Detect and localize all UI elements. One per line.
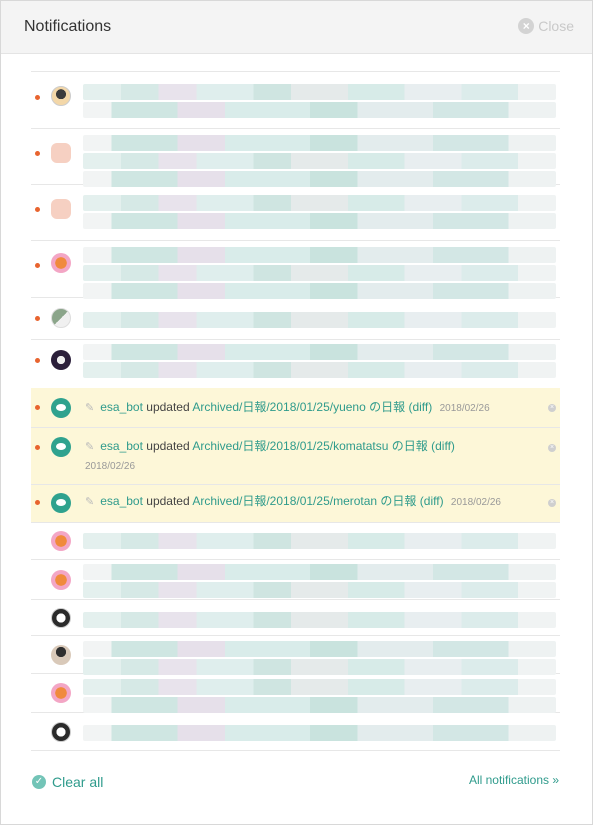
avatar xyxy=(51,645,71,665)
avatar xyxy=(51,253,71,273)
diff-paren: ) xyxy=(439,494,444,508)
pencil-icon: ✎ xyxy=(85,402,95,414)
notification-item[interactable] xyxy=(31,636,560,677)
unread-dot xyxy=(35,500,40,505)
modal-title: Notifications xyxy=(24,18,112,35)
diff-link[interactable]: diff xyxy=(424,494,440,508)
avatar xyxy=(51,143,71,163)
avatar xyxy=(51,683,71,703)
notification-list: ✎ esa_bot updated Archived/日報/2018/01/25/… xyxy=(31,71,560,751)
notification-item-bot[interactable]: ✎ esa_bot updated Archived/日報/2018/01/25/… xyxy=(31,485,560,523)
post-link[interactable]: Archived/日報/2018/01/25/yueno の日報 xyxy=(192,400,405,414)
unread-dot xyxy=(35,405,40,410)
notification-date: 2018/02/26 xyxy=(450,497,501,508)
notification-item[interactable] xyxy=(31,713,560,751)
avatar xyxy=(51,608,71,628)
redacted-content xyxy=(83,133,556,189)
unread-dot xyxy=(35,151,40,156)
unread-dot xyxy=(35,263,40,268)
avatar xyxy=(51,86,71,106)
notification-date: 2018/02/26 xyxy=(85,461,136,472)
user-link[interactable]: esa_bot xyxy=(100,494,143,508)
notification-item[interactable] xyxy=(31,674,560,713)
notifications-modal: Notifications × Close ✎ esa_bot updated … xyxy=(0,0,593,825)
all-notifications-link[interactable]: All notifications » xyxy=(469,773,559,787)
avatar xyxy=(51,350,71,370)
dismiss-icon[interactable]: × xyxy=(548,404,556,412)
notification-text: ✎ esa_bot updated Archived/日報/2018/01/25/… xyxy=(85,492,540,512)
redacted-content xyxy=(83,342,556,380)
unread-dot xyxy=(35,207,40,212)
pencil-icon: ✎ xyxy=(85,496,95,508)
notification-item-bot[interactable]: ✎ esa_bot updated Archived/日報/2018/01/25/… xyxy=(31,428,560,485)
notification-item[interactable] xyxy=(31,72,560,129)
bot-avatar xyxy=(51,437,71,457)
notification-item-bot[interactable]: ✎ esa_bot updated Archived/日報/2018/01/25/… xyxy=(31,388,560,428)
diff-paren: ) xyxy=(428,400,433,414)
redacted-content xyxy=(83,562,556,600)
dismiss-icon[interactable]: × xyxy=(548,444,556,452)
notification-text: ✎ esa_bot updated Archived/日報/2018/01/25/… xyxy=(85,437,540,476)
notification-item[interactable] xyxy=(31,298,560,340)
notification-item[interactable] xyxy=(31,129,560,187)
post-link[interactable]: Archived/日報/2018/01/25/merotan の日報 xyxy=(192,494,416,508)
bot-avatar xyxy=(51,398,71,418)
redacted-content xyxy=(83,245,556,301)
avatar xyxy=(51,531,71,551)
avatar xyxy=(51,570,71,590)
notification-text: ✎ esa_bot updated Archived/日報/2018/01/25/… xyxy=(85,398,540,418)
redacted-content xyxy=(83,193,556,231)
notification-date: 2018/02/26 xyxy=(439,403,490,414)
notification-item[interactable] xyxy=(31,185,560,241)
unread-dot xyxy=(35,358,40,363)
check-icon: ✓ xyxy=(32,775,46,789)
close-button[interactable]: × Close xyxy=(518,18,574,34)
redacted-content xyxy=(83,310,556,330)
notification-item[interactable] xyxy=(31,340,560,388)
notification-item[interactable] xyxy=(31,241,560,301)
redacted-content xyxy=(83,677,556,715)
notification-item[interactable] xyxy=(31,560,560,600)
dismiss-icon[interactable]: × xyxy=(548,499,556,507)
user-link[interactable]: esa_bot xyxy=(100,400,143,414)
redacted-content xyxy=(83,639,556,677)
redacted-content xyxy=(83,723,556,743)
avatar xyxy=(51,308,71,328)
modal-header: Notifications × Close xyxy=(1,1,592,54)
redacted-content xyxy=(83,531,556,551)
notification-item[interactable] xyxy=(31,600,560,636)
diff-paren: ) xyxy=(450,439,455,453)
unread-dot xyxy=(35,95,40,100)
notification-item[interactable] xyxy=(31,523,560,560)
redacted-content xyxy=(83,82,556,120)
avatar xyxy=(51,199,71,219)
redacted-content xyxy=(83,610,556,630)
action-text: updated xyxy=(146,494,190,508)
pencil-icon: ✎ xyxy=(85,441,95,453)
unread-dot xyxy=(35,445,40,450)
unread-dot xyxy=(35,316,40,321)
close-label: Close xyxy=(538,18,574,34)
post-link[interactable]: Archived/日報/2018/01/25/komatatsu の日報 xyxy=(192,439,427,453)
action-text: updated xyxy=(146,400,190,414)
clear-all-button[interactable]: ✓ Clear all xyxy=(32,774,103,790)
diff-link[interactable]: diff xyxy=(435,439,451,453)
user-link[interactable]: esa_bot xyxy=(100,439,143,453)
action-text: updated xyxy=(146,439,190,453)
bot-avatar xyxy=(51,493,71,513)
clear-all-label: Clear all xyxy=(52,774,104,790)
avatar xyxy=(51,722,71,742)
close-icon: × xyxy=(518,18,535,34)
diff-link[interactable]: diff xyxy=(412,400,428,414)
